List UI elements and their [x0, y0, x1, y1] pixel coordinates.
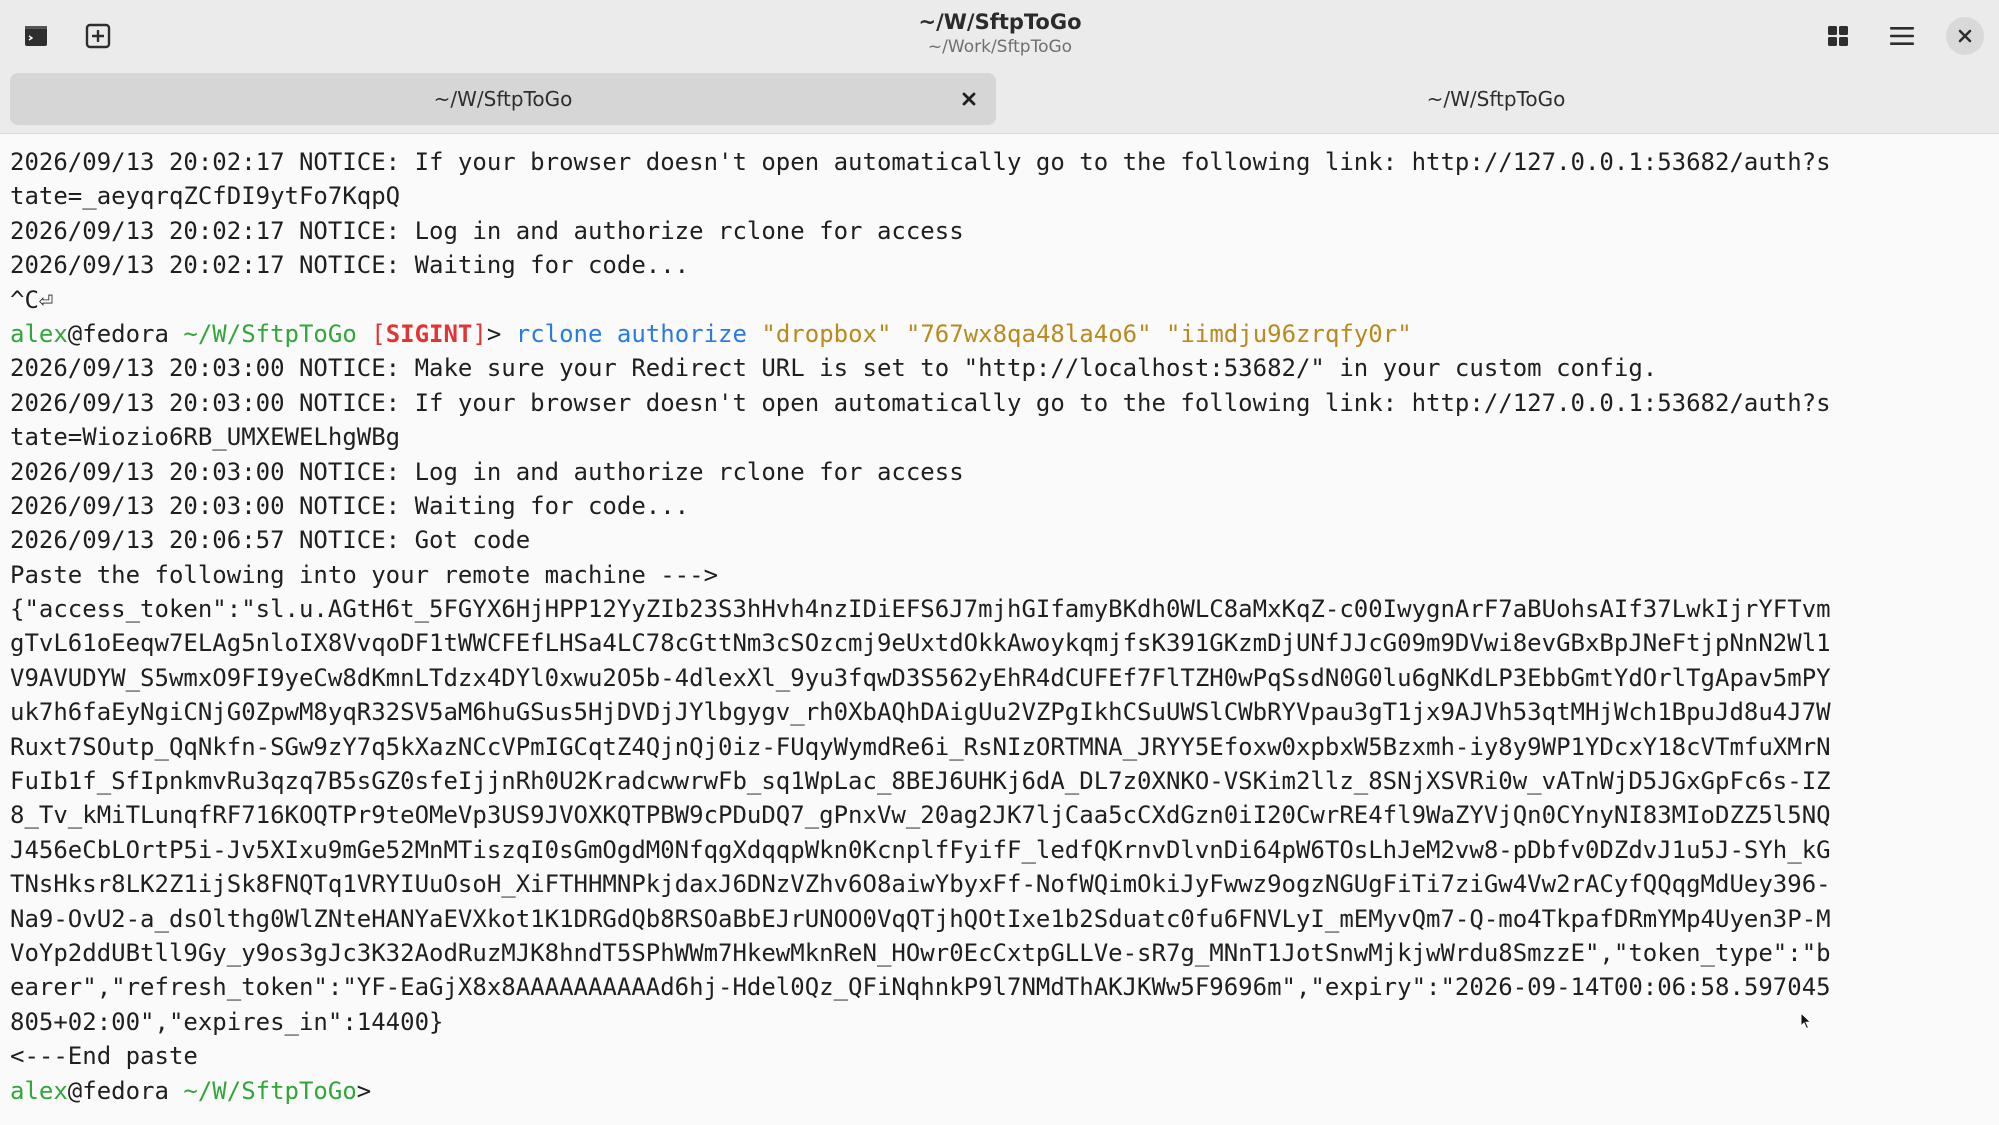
- terminal-line: uk7h6faEyNgiCNjG0ZpwM8yqR32SV5aM6huGSus5…: [10, 698, 1831, 727]
- tab-label: ~/W/SftpToGo: [1426, 87, 1566, 111]
- prompt-user: alex: [10, 1076, 68, 1105]
- tab-bar: ~/W/SftpToGo ~/W/SftpToGo: [0, 72, 1999, 134]
- tab-label: ~/W/SftpToGo: [433, 87, 573, 111]
- terminal-line: {"access_token":"sl.u.AGtH6t_5FGYX6HjHPP…: [10, 595, 1831, 624]
- terminal-line: tate=_aeyqrqZCfDI9ytFo7KqpQ: [10, 182, 401, 211]
- new-tab-icon[interactable]: [78, 16, 118, 56]
- terminal-line: 805+02:00","expires_in":14400}: [10, 1007, 444, 1036]
- terminal-line: Paste the following into your remote mac…: [10, 560, 719, 589]
- prompt-user: alex: [10, 319, 68, 348]
- terminal-line: 2026/09/13 20:02:17 NOTICE: If your brow…: [10, 148, 1831, 176]
- terminal-line: 2026/09/13 20:02:17 NOTICE: Log in and a…: [10, 216, 964, 245]
- window-close-button[interactable]: [1946, 17, 1984, 55]
- terminal-line: tate=Wiozio6RB_UMXEWELhgWBg: [10, 423, 401, 452]
- terminal-line: 2026/09/13 20:03:00 NOTICE: Waiting for …: [10, 491, 690, 520]
- terminal-icon[interactable]: [16, 16, 56, 56]
- terminal-line: FuIb1f_SfIpnkmvRu3qzq7B5sGZ0sfeIjjnRh0U2…: [10, 767, 1831, 796]
- terminal-line: 2026/09/13 20:03:00 NOTICE: Log in and a…: [10, 457, 964, 486]
- terminal-line: VoYp2ddUBtll9Gy_y9os3gJc3K32AodRuzMJK8hn…: [10, 938, 1831, 967]
- terminal-line: 2026/09/13 20:02:17 NOTICE: Waiting for …: [10, 251, 690, 280]
- tab-sftptogo-1[interactable]: ~/W/SftpToGo: [10, 73, 996, 125]
- close-icon: [1958, 29, 1972, 43]
- window-title: ~/W/SftpToGo: [918, 10, 1082, 34]
- prompt-arrow: >: [356, 1076, 372, 1105]
- prompt-signal: SIGINT: [385, 319, 473, 348]
- prompt-path: ~/W/SftpToGo: [183, 319, 357, 348]
- close-icon: [962, 92, 976, 106]
- prompt-host: @fedora: [67, 1076, 184, 1105]
- command-arg: "iimdju96zrqfy0r": [1166, 319, 1412, 348]
- prompt-signal-open: [: [356, 319, 386, 348]
- tab-sftptogo-2[interactable]: ~/W/SftpToGo: [1003, 73, 1989, 125]
- shell-prompt: alex@fedora ~/W/SftpToGo>: [10, 1074, 1999, 1108]
- prompt-arrow: >: [486, 319, 516, 348]
- tab-close-button[interactable]: [956, 86, 982, 112]
- terminal-line: 2026/09/13 20:03:00 NOTICE: If your brow…: [10, 388, 1831, 417]
- terminal-line: 2026/09/13 20:03:00 NOTICE: Make sure yo…: [10, 354, 1658, 383]
- terminal-line: Ruxt7SOutp_QqNkfn-SGw9zY7q5kXazNCcVPmIGC…: [10, 732, 1831, 761]
- command-arg: "767wx8qa48la4o6": [905, 319, 1152, 348]
- prompt-signal-close: ]: [472, 319, 487, 348]
- terminal-line: earer","refresh_token":"YF-EaGjX8x8AAAAA…: [10, 973, 1831, 1002]
- terminal-output[interactable]: 2026/09/13 20:02:17 NOTICE: If your brow…: [0, 134, 1999, 1125]
- prompt-host: @fedora: [67, 319, 184, 348]
- terminal-line: V9AVUDYW_S5wmxO9FI9yeCw8dKmnLTdzx4DYl0xw…: [10, 663, 1831, 692]
- grid-icon[interactable]: [1818, 16, 1858, 56]
- terminal-line: Na9-OvU2-a_dsOlthg0WlZNteHANYaEVXkot1K1D…: [10, 904, 1831, 933]
- header-bar: ~/W/SftpToGo ~/Work/SftpToGo: [0, 0, 1999, 72]
- command-arg: "dropbox": [761, 319, 892, 348]
- terminal-line: TNsHksr8LK2Z1ijSk8FNQTq1VRYIUuOsoH_XiFTH…: [10, 870, 1831, 899]
- terminal-line: 2026/09/13 20:06:57 NOTICE: Got code: [10, 526, 531, 555]
- prompt-path: ~/W/SftpToGo: [183, 1076, 357, 1105]
- terminal-line: gTvL61oEeqw7ELAg5nloIX8VvqoDF1tWWCFEfLHS…: [10, 629, 1831, 658]
- terminal-line: <---End paste: [10, 1042, 198, 1071]
- command-name: rclone: [515, 319, 603, 348]
- hamburger-menu-icon[interactable]: [1882, 16, 1922, 56]
- terminal-line: 8_Tv_kMiTLunqfRF716KOQTPr9teOMeVp3US9JVO…: [10, 801, 1831, 830]
- mouse-pointer-icon: [1800, 1012, 1812, 1030]
- terminal-line: ^C⏎: [10, 285, 54, 314]
- window-subtitle: ~/Work/SftpToGo: [927, 37, 1073, 57]
- window-title-area: ~/W/SftpToGo ~/Work/SftpToGo: [700, 8, 1300, 58]
- terminal-window: ~/W/SftpToGo ~/Work/SftpToGo ~/W/SftpToG…: [0, 0, 1999, 1125]
- terminal-line: J456eCbLOrtP5i-Jv5XIxu9mGe52MnMTiszqI0sG…: [10, 835, 1831, 864]
- command-subcommand: authorize: [616, 319, 747, 348]
- shell-prompt-signal: alex@fedora ~/W/SftpToGo [SIGINT]> rclon…: [10, 317, 1999, 351]
